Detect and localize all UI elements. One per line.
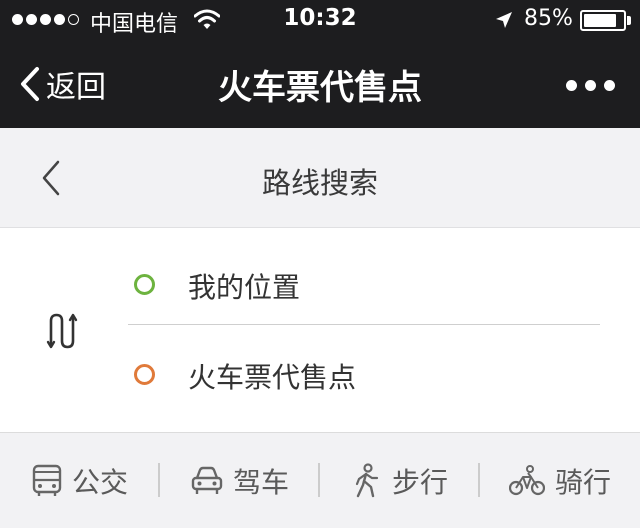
destination-text: 火车票代售点: [188, 361, 357, 394]
back-button[interactable]: 返回: [20, 62, 106, 106]
mode-label-bus: 公交: [71, 466, 128, 499]
mode-label-walk: 步行: [391, 466, 448, 499]
chevron-left-icon: [21, 67, 39, 101]
mode-tab-bicycle[interactable]: 骑行: [480, 433, 640, 528]
mode-label-bicycle: 骑行: [554, 466, 611, 499]
route-search-title: 路线搜索: [261, 166, 378, 200]
more-dot-icon: [604, 80, 615, 91]
battery-percent: 85%: [524, 6, 573, 31]
destination-marker-icon: [134, 364, 155, 385]
bicycle-icon: [508, 465, 545, 496]
mode-tab-bus[interactable]: 公交: [0, 433, 160, 528]
route-search-header: 路线搜索: [0, 128, 640, 228]
mode-label-car: 驾车: [232, 466, 289, 499]
location-arrow-icon: [496, 12, 512, 28]
car-icon: [191, 466, 223, 494]
route-inputs: 我的位置 火车票代售点: [0, 228, 640, 432]
walk-icon: [355, 463, 379, 498]
bus-icon: [32, 464, 62, 496]
mode-tab-car[interactable]: 驾车: [160, 433, 320, 528]
origin-text: 我的位置: [188, 271, 301, 304]
origin-marker-icon: [134, 274, 155, 295]
more-dot-icon: [585, 80, 596, 91]
swap-icon[interactable]: [46, 312, 80, 350]
field-divider: [128, 324, 600, 325]
status-bar: 中国电信 10:32 85%: [0, 0, 640, 40]
back-label: 返回: [46, 70, 106, 105]
more-options-button[interactable]: [566, 80, 615, 91]
transport-mode-tabs: 公交 驾车 步行 骑行: [0, 432, 640, 528]
more-dot-icon: [566, 80, 577, 91]
origin-field[interactable]: 我的位置: [128, 238, 600, 334]
mode-tab-walk[interactable]: 步行: [320, 433, 480, 528]
top-bar: 中国电信 10:32 85% 返回 火车票代售点: [0, 0, 640, 128]
battery-icon: [580, 10, 626, 31]
destination-field[interactable]: 火车票代售点: [128, 328, 600, 424]
navigation-bar: 返回 火车票代售点: [0, 40, 640, 128]
